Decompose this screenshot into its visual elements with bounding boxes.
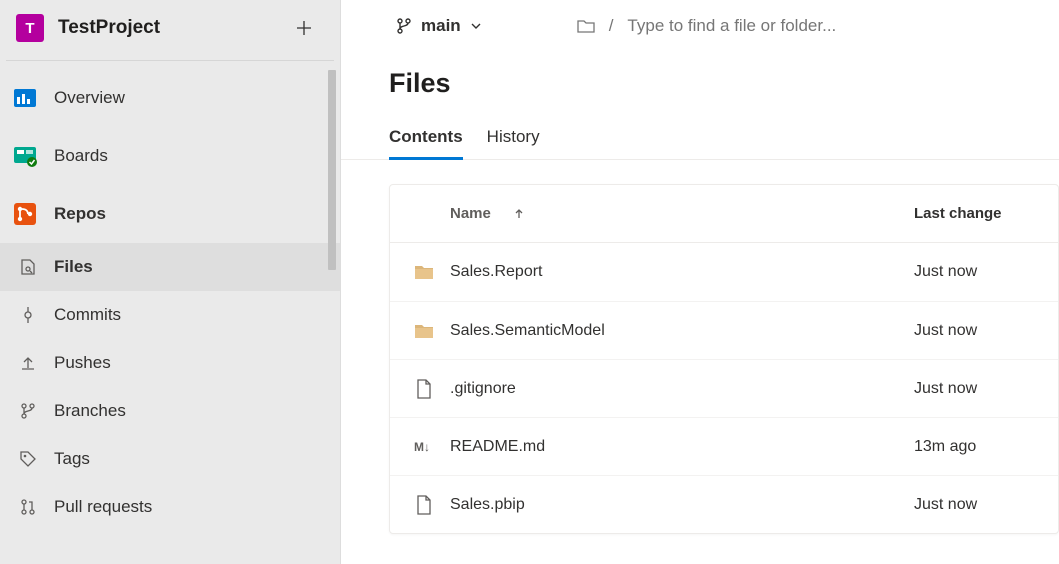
tab-contents[interactable]: Contents — [389, 121, 463, 159]
file-name: Sales.pbip — [450, 496, 525, 514]
project-avatar[interactable]: T — [16, 14, 44, 42]
nav-commits[interactable]: Commits — [0, 291, 340, 339]
files-icon — [18, 257, 38, 277]
file-last-change: Just now — [914, 322, 1034, 340]
branch-selector[interactable]: main — [389, 12, 489, 40]
topbar: main / Type to find a file or folder... — [341, 0, 1059, 44]
pushes-icon — [18, 353, 38, 373]
path-breadcrumb: / Type to find a file or folder... — [577, 16, 837, 36]
file-table: Name Last change Sales.ReportJust nowSal… — [389, 184, 1059, 534]
main-content: main / Type to find a file or folder... … — [341, 0, 1059, 564]
pull-requests-icon — [18, 497, 38, 517]
repos-icon — [10, 199, 40, 229]
nav-branches-label: Branches — [54, 401, 126, 421]
folder-icon — [414, 321, 434, 341]
boards-icon — [10, 141, 40, 171]
file-name: Sales.Report — [450, 263, 543, 281]
sort-asc-icon — [513, 208, 525, 220]
header-last-change[interactable]: Last change — [914, 205, 1034, 222]
file-icon — [414, 495, 434, 515]
nav-boards-label: Boards — [54, 146, 108, 166]
nav-branches[interactable]: Branches — [0, 387, 340, 435]
nav-overview[interactable]: Overview — [0, 69, 340, 127]
file-last-change: 13m ago — [914, 438, 1034, 456]
markdown-icon: M↓ — [414, 437, 434, 457]
nav-tags-label: Tags — [54, 449, 90, 469]
table-row[interactable]: Sales.Report Just now — [390, 243, 1058, 301]
project-name[interactable]: TestProject — [58, 17, 288, 39]
page-title: Files — [341, 44, 1059, 109]
nav-files-label: Files — [54, 257, 93, 277]
nav-list: Overview Boards Repos Files Commits — [0, 61, 340, 531]
branch-icon — [395, 17, 413, 35]
header-name-label: Name — [450, 205, 491, 222]
nav-repos[interactable]: Repos — [0, 185, 340, 243]
nav-overview-label: Overview — [54, 88, 125, 108]
header-name[interactable]: Name — [414, 205, 914, 222]
path-search-input[interactable]: Type to find a file or folder... — [627, 16, 836, 36]
table-header: Name Last change — [390, 185, 1058, 243]
nav-pull-requests-label: Pull requests — [54, 497, 152, 517]
chevron-down-icon — [469, 19, 483, 33]
file-name: .gitignore — [450, 380, 516, 398]
file-last-change: Just now — [914, 263, 1034, 281]
path-separator: / — [609, 16, 614, 36]
tab-history[interactable]: History — [487, 121, 540, 159]
table-row[interactable]: Sales.SemanticModel Just now — [390, 301, 1058, 359]
nav-pull-requests[interactable]: Pull requests — [0, 483, 340, 531]
nav-pushes[interactable]: Pushes — [0, 339, 340, 387]
file-last-change: Just now — [914, 380, 1034, 398]
folder-root-icon[interactable] — [577, 18, 595, 34]
table-row[interactable]: .gitignore Just now — [390, 359, 1058, 417]
plus-icon — [296, 20, 312, 36]
file-name: README.md — [450, 438, 545, 456]
add-button[interactable] — [288, 12, 320, 44]
folder-icon — [414, 262, 434, 282]
scrollbar-thumb[interactable] — [328, 70, 336, 270]
file-last-change: Just now — [914, 496, 1034, 514]
nav-files[interactable]: Files — [0, 243, 340, 291]
content-area: Name Last change Sales.ReportJust nowSal… — [341, 160, 1059, 564]
overview-icon — [10, 83, 40, 113]
sidebar-scrollbar[interactable] — [328, 62, 338, 564]
nav-tags[interactable]: Tags — [0, 435, 340, 483]
table-body: Sales.Report Just now Sales.SemanticModel J… — [390, 243, 1058, 533]
svg-text:M↓: M↓ — [414, 440, 430, 454]
file-name: Sales.SemanticModel — [450, 322, 605, 340]
nav-repos-label: Repos — [54, 204, 106, 224]
nav-commits-label: Commits — [54, 305, 121, 325]
tags-icon — [18, 449, 38, 469]
file-icon — [414, 379, 434, 399]
table-row[interactable]: M↓ README.md 13m ago — [390, 417, 1058, 475]
tabs: Contents History — [341, 109, 1059, 160]
nav-boards[interactable]: Boards — [0, 127, 340, 185]
branch-name: main — [421, 16, 461, 36]
nav-pushes-label: Pushes — [54, 353, 111, 373]
sidebar-header: T TestProject — [6, 0, 334, 61]
sidebar: T TestProject Overview Boards Repos — [0, 0, 341, 564]
branches-icon — [18, 401, 38, 421]
table-row[interactable]: Sales.pbip Just now — [390, 475, 1058, 533]
commits-icon — [18, 305, 38, 325]
